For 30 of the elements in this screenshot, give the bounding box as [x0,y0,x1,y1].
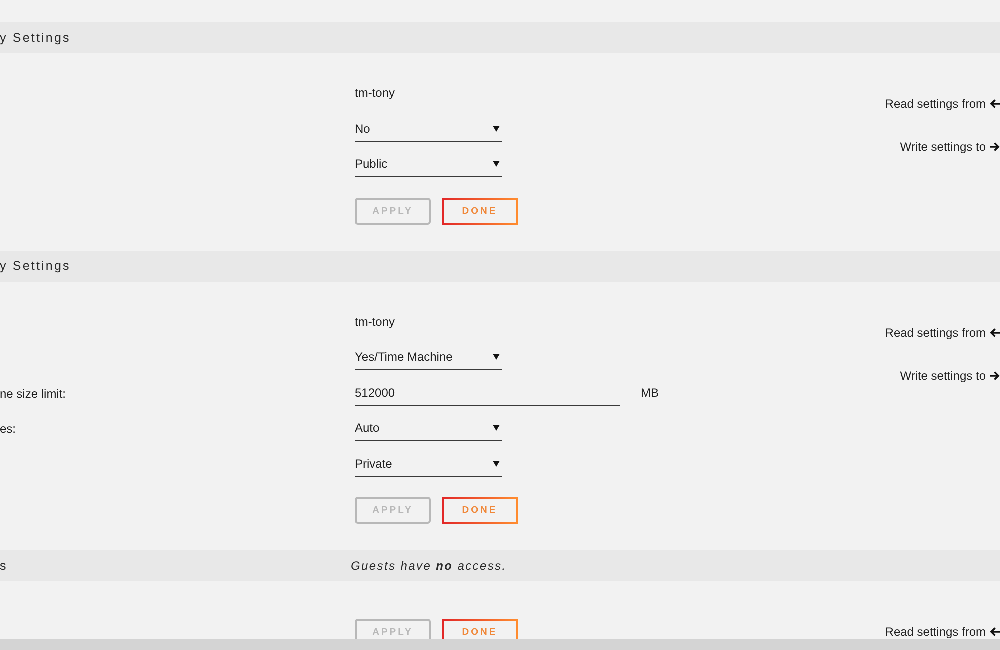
arrow-left-icon [990,627,1000,637]
caret-down-icon [493,126,500,132]
section-note: Guests have no access. [351,558,507,572]
select-field[interactable]: Private [355,456,502,476]
section-title: y Settings [0,259,71,273]
input-field[interactable]: 512000 [355,384,620,406]
arrow-left-icon [990,99,1000,109]
caret-down-icon [493,161,500,167]
caret-down-icon [493,460,500,466]
caret-down-icon [493,354,500,360]
settings-link[interactable]: Read settings from [885,324,1000,340]
select-field[interactable]: Auto [355,420,502,441]
arrow-right-icon [990,370,1000,380]
unit-label: MB [641,384,659,400]
section-title: y Settings [0,30,71,44]
settings-link[interactable]: Write settings to [900,139,1000,155]
settings-link[interactable]: Read settings from [885,624,1000,639]
field-value: tm-tony [355,314,396,330]
arrow-right-icon [990,142,1000,152]
field-label: es: [0,422,16,436]
select-field[interactable]: Yes/Time Machine [355,349,502,370]
select-field[interactable]: No [355,120,502,142]
field-value: tm-tony [355,85,396,101]
settings-link[interactable]: Write settings to [900,368,1000,384]
arrow-left-icon [990,328,1000,338]
select-field[interactable]: Public [355,156,502,177]
field-label: ne size limit: [0,386,66,400]
settings-link[interactable]: Read settings from [885,96,1000,112]
section-title: s [0,558,8,572]
caret-down-icon [493,425,500,431]
